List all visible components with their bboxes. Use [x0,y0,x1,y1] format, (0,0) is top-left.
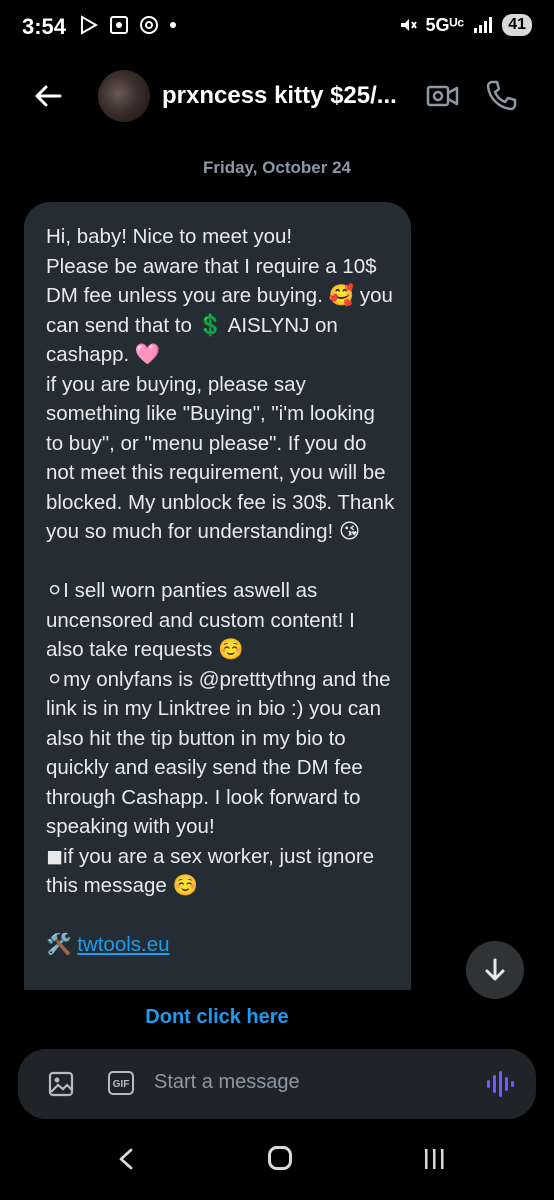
nav-back-icon[interactable] [116,1148,136,1170]
notification-icons [78,14,178,36]
play-store-icon [81,15,99,35]
video-call-icon[interactable] [426,80,460,112]
twtools-link[interactable]: twtools.eu [77,933,169,956]
nav-recents-icon[interactable] [422,1148,446,1170]
scroll-to-bottom-button[interactable] [466,941,524,999]
dont-click-here-link[interactable]: Dont click here [0,1006,434,1029]
message-text: Hi, baby! Nice to meet you! Please be aw… [46,222,396,960]
phone-icon[interactable] [484,78,518,112]
conversation-title[interactable]: prxncess kitty $25/... [162,82,412,110]
screenshot-icon [110,16,128,34]
message-line: ◼if you are a sex worker, just ignore th… [46,844,375,898]
gif-button[interactable]: GIF [108,1071,134,1095]
status-time: 3:54 [22,14,67,39]
status-bar: 3:54 5Gᵁᶜ 41 [0,0,554,56]
message-bubble[interactable]: Hi, baby! Nice to meet you! Please be aw… [24,202,411,990]
battery-level: 41 [502,14,532,36]
signal-icon [474,17,493,33]
tools-emoji: 🛠️ [46,933,72,956]
arrow-down-icon [485,958,505,981]
message-line: Please be aware that I require a 10$ DM … [46,254,393,367]
message-line: ⚪my onlyfans is @pretttythng and the lin… [46,667,391,839]
system-status: 5Gᵁᶜ 41 [398,14,532,36]
voice-message-icon[interactable] [486,1071,514,1097]
message-line: if you are buying, please say something … [46,372,395,544]
message-composer: GIF Start a message [18,1049,536,1119]
date-divider: Friday, October 24 [202,158,351,177]
nav-home-icon[interactable] [268,1146,292,1170]
image-icon[interactable] [48,1071,74,1097]
dot-icon [170,22,176,28]
threads-icon [140,16,158,34]
mute-icon [400,19,417,31]
message-input[interactable]: Start a message [154,1071,300,1094]
message-line: ⚪I sell worn panties aswell as uncensore… [46,579,355,661]
avatar[interactable] [98,70,150,122]
message-link-line: 🛠️ twtools.eu [46,930,396,960]
network-type: 5Gᵁᶜ [425,14,465,35]
back-arrow-icon[interactable] [30,78,66,114]
conversation-header: prxncess kitty $25/... [0,60,554,132]
system-nav-bar [0,1138,554,1178]
message-line: Hi, baby! Nice to meet you! [46,225,293,248]
